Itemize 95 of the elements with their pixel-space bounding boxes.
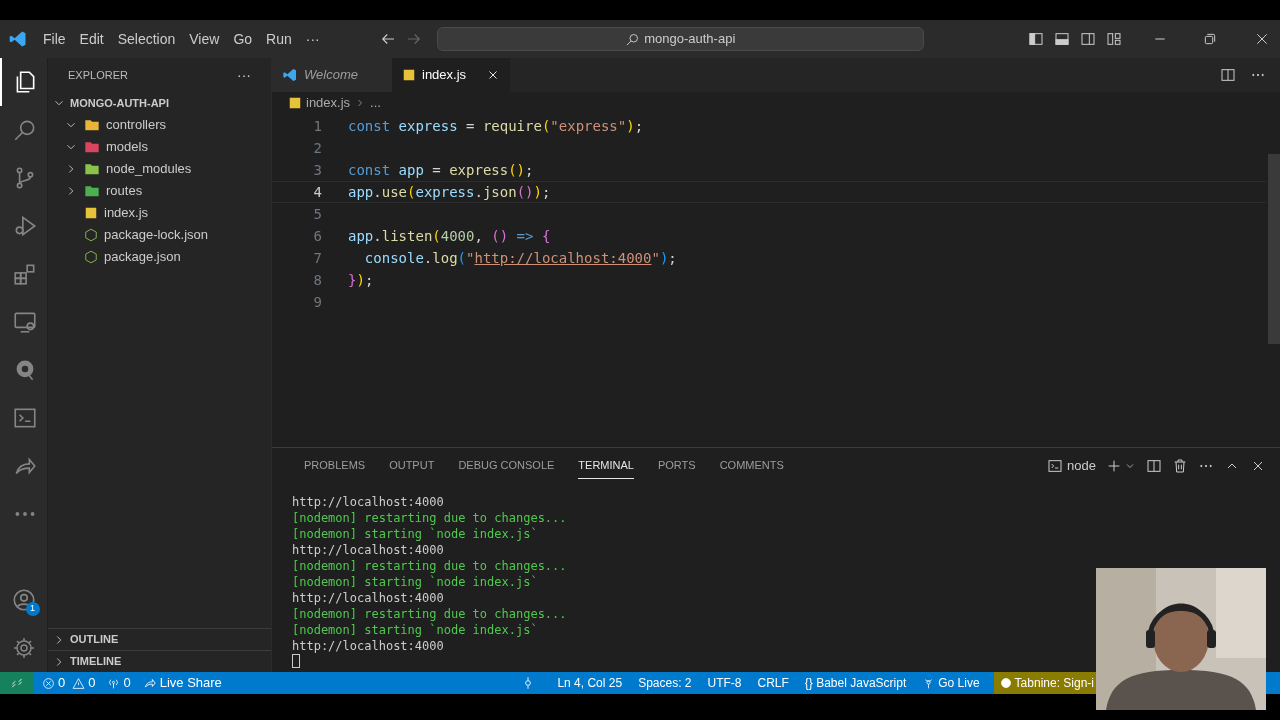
js-file-icon xyxy=(84,206,98,220)
line-number: 7 xyxy=(312,248,322,268)
editor-tab[interactable]: index.js xyxy=(392,58,510,92)
line-number: 1 xyxy=(312,116,322,136)
panel-tab[interactable]: PROBLEMS xyxy=(304,453,366,479)
terminal-cursor xyxy=(292,654,300,668)
menu-item[interactable]: View xyxy=(182,28,227,50)
account-icon[interactable] xyxy=(10,587,37,613)
section-header[interactable]: OUTLINE xyxy=(48,628,271,650)
split-editor-icon[interactable] xyxy=(1220,67,1236,83)
file-tree-item[interactable]: controllers xyxy=(48,114,271,136)
panel-tab[interactable]: PORTS xyxy=(657,453,696,479)
plus-icon[interactable] xyxy=(1106,458,1122,474)
menu-item[interactable]: Edit xyxy=(72,28,111,50)
status-item[interactable]: Ln 4, Col 25 xyxy=(549,674,631,692)
terminal-line: http://localhost:4000 xyxy=(292,494,445,510)
go-live-button[interactable]: Go Live xyxy=(914,674,988,692)
panel-layout-icon[interactable] xyxy=(1054,31,1070,47)
editor-tab[interactable]: Welcome xyxy=(272,58,392,92)
status-item[interactable]: UTF-8 xyxy=(699,674,750,692)
live-share-button[interactable]: Live Share xyxy=(142,673,222,693)
line-number: 9 xyxy=(312,292,322,312)
sidebar-title: EXPLORER xyxy=(68,67,128,83)
file-tree-item[interactable]: package-lock.json xyxy=(48,224,271,246)
app-logo-icon xyxy=(282,67,298,83)
hexagon-icon xyxy=(84,228,98,242)
sidebar-layout-icon[interactable] xyxy=(1028,31,1044,47)
terminal-icon xyxy=(1047,458,1064,474)
terminal-line: [nodemon] starting `node index.js` xyxy=(292,574,539,590)
split-terminal-icon[interactable] xyxy=(1146,458,1162,474)
notification-badge: 1 xyxy=(25,602,40,616)
line-number: 5 xyxy=(312,204,322,224)
menu-item[interactable]: Selection xyxy=(110,28,183,50)
terminal-line: http://localhost:4000 xyxy=(292,542,445,558)
file-tree-item[interactable]: models xyxy=(48,136,271,158)
panel-tab[interactable]: TERMINAL xyxy=(578,453,634,479)
error-icon xyxy=(42,676,55,690)
tree-root-item[interactable]: MONGO-AUTH-API xyxy=(48,92,271,114)
split-layout-icon[interactable] xyxy=(1080,31,1096,47)
remote-icon xyxy=(10,676,24,690)
panel-tab[interactable]: DEBUG CONSOLE xyxy=(458,453,555,479)
terminal-line: [nodemon] restarting due to changes... xyxy=(292,606,568,622)
status-item[interactable]: Spaces: 2 xyxy=(630,674,700,692)
status-item[interactable]: {} Babel JavaScript xyxy=(796,674,915,692)
code-line: app.listen(4000, () => { xyxy=(348,226,551,246)
trash-icon[interactable] xyxy=(1172,458,1188,474)
settings-icon[interactable] xyxy=(11,636,36,660)
terminal-line: [nodemon] starting `node index.js` xyxy=(292,622,539,638)
panel-tab[interactable]: OUTPUT xyxy=(389,453,435,479)
line-number: 6 xyxy=(312,226,322,246)
panel-tab[interactable]: COMMENTS xyxy=(719,453,784,479)
file-tree-item[interactable]: node_modules xyxy=(48,158,271,180)
breadcrumb-item[interactable]: ... xyxy=(370,93,381,113)
antenna-icon xyxy=(107,676,121,690)
file-tree-item[interactable]: routes xyxy=(48,180,271,202)
menu-item[interactable]: ··· xyxy=(298,28,327,50)
hexagon-icon xyxy=(84,250,98,264)
problems-status[interactable]: 0 0 xyxy=(42,673,96,693)
line-number: 3 xyxy=(312,160,322,180)
menu-item[interactable]: Go xyxy=(226,28,260,50)
code-line: app.use(express.json()); xyxy=(348,182,551,202)
line-number: 4 xyxy=(312,182,322,202)
terminal-line: http://localhost:4000 xyxy=(292,638,445,654)
breadcrumb-item[interactable]: index.js xyxy=(306,93,351,113)
share-arrow-icon xyxy=(142,676,157,690)
app-logo-icon xyxy=(8,29,28,49)
terminal-line: [nodemon] restarting due to changes... xyxy=(292,510,568,526)
menu-item[interactable]: File xyxy=(36,28,73,50)
terminal-line: http://localhost:4000 xyxy=(292,590,445,606)
code-line: console.log("http://localhost:4000"); xyxy=(363,248,677,268)
ports-status[interactable]: 0 xyxy=(107,673,131,693)
close-icon[interactable] xyxy=(1254,31,1270,47)
code-line: const express = require("express"); xyxy=(348,116,644,136)
terminal-line: [nodemon] starting `node index.js` xyxy=(292,526,539,542)
js-file-icon xyxy=(288,96,302,110)
restore-icon[interactable] xyxy=(1202,31,1218,47)
more-actions-button[interactable]: ··· xyxy=(237,64,251,86)
terminal-selector[interactable]: node xyxy=(1047,456,1096,476)
line-number: 8 xyxy=(312,270,322,290)
circle-icon xyxy=(999,677,1012,689)
terminal-line: [nodemon] restarting due to changes... xyxy=(292,558,568,574)
file-tree-item[interactable]: package.json xyxy=(48,246,271,268)
warning-icon xyxy=(72,676,86,690)
menu-item[interactable]: Run xyxy=(259,28,299,50)
file-tree-item[interactable]: index.js xyxy=(48,202,271,224)
scrollbar-thumb[interactable] xyxy=(1268,154,1280,344)
search-field[interactable]: mongo-auth-api xyxy=(436,27,924,51)
code-line: const app = express(); xyxy=(348,160,534,180)
search-icon xyxy=(625,31,641,47)
line-number: 2 xyxy=(312,138,322,158)
tabnine-status[interactable]: Tabnine: Sign-i xyxy=(993,672,1096,694)
js-file-icon xyxy=(402,68,416,82)
code-line: }); xyxy=(348,270,374,290)
status-item[interactable]: CRLF xyxy=(749,674,797,692)
customize-layout-icon[interactable] xyxy=(1106,31,1122,47)
